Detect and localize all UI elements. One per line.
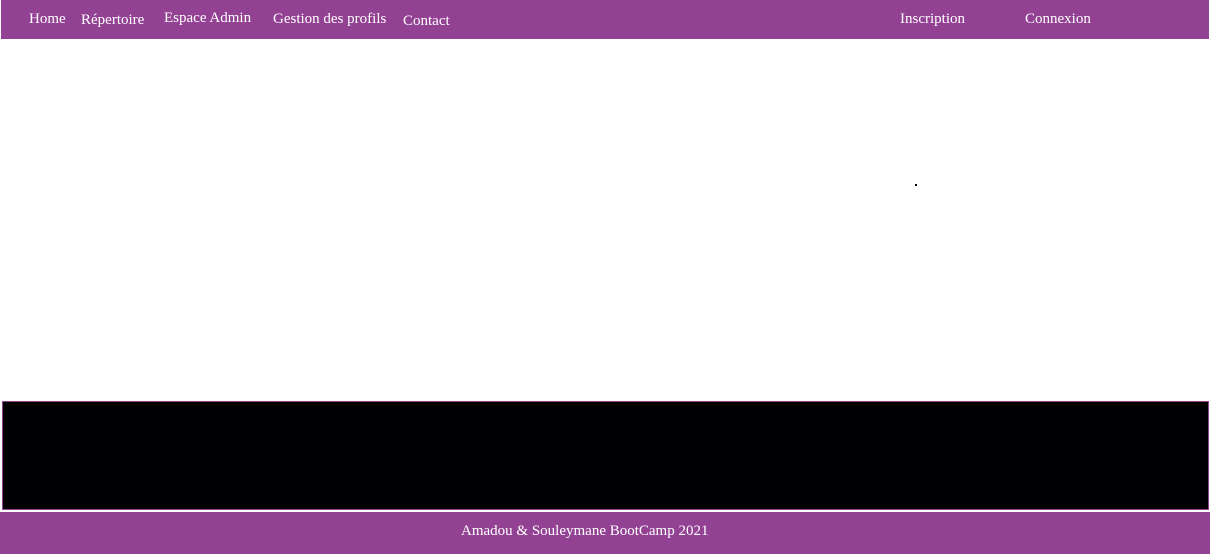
black-banner bbox=[2, 401, 1209, 510]
nav-link-inscription[interactable]: Inscription bbox=[900, 11, 965, 28]
footer-credit-text: Amadou & Souleymane BootCamp 2021 bbox=[461, 523, 709, 539]
nav-link-gestion-profils[interactable]: Gestion des profils bbox=[273, 11, 386, 28]
nav-link-connexion[interactable]: Connexion bbox=[1025, 11, 1091, 28]
nav-link-home[interactable]: Home bbox=[29, 11, 66, 28]
nav-link-contact[interactable]: Contact bbox=[403, 13, 450, 30]
nav-link-repertoire[interactable]: Répertoire bbox=[81, 12, 144, 29]
top-navbar: Home Répertoire Espace Admin Gestion des… bbox=[1, 0, 1209, 39]
nav-link-espace-admin[interactable]: Espace Admin bbox=[164, 10, 251, 27]
stray-dot bbox=[915, 184, 917, 186]
page-footer: Amadou & Souleymane BootCamp 2021 bbox=[0, 512, 1210, 554]
